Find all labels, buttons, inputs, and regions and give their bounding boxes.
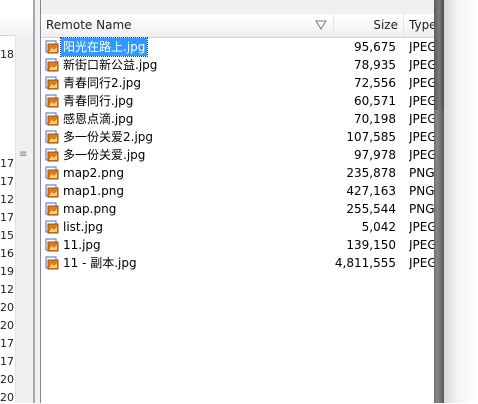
file-size: 72,556 (354, 76, 396, 90)
file-row[interactable]: 新街口新公益.jpg 78,935 JPEG (41, 56, 437, 74)
image-file-icon (45, 238, 59, 252)
file-row[interactable]: list.jpg 5,042 JPEG (41, 218, 437, 236)
local-size-value: 17 (0, 355, 14, 368)
image-file-icon (45, 94, 59, 108)
file-size: 4,811,555 (334, 256, 396, 270)
remote-file-list: 阳光在路上.jpg 95,675 JPEG 新街口新公益.jpg 78,935 JPEG 青… (41, 37, 437, 272)
file-name: 新街口新公益.jpg (63, 58, 158, 72)
file-row[interactable]: 多一份关爱2.jpg 107,585 JPEG (41, 128, 437, 146)
column-remote-name[interactable]: Remote Name (41, 14, 334, 37)
file-name: 阳光在路上.jpg (59, 37, 149, 57)
file-name: 青春同行2.jpg (63, 76, 142, 90)
local-size-value: 12 (0, 283, 14, 296)
file-size: 70,198 (354, 112, 396, 126)
image-file-icon (45, 76, 59, 90)
file-row[interactable]: 感恩点滴.jpg 70,198 JPEG (41, 110, 437, 128)
file-size: 427,163 (346, 184, 396, 198)
window-frame-shadow (434, 0, 444, 110)
file-row[interactable]: map.png 255,544 PNG (41, 200, 435, 218)
local-size-value: 17 (0, 337, 14, 350)
file-name: 11 - 副本.jpg (63, 256, 137, 270)
file-row[interactable]: 多一份关爱.jpg 97,978 JPEG (41, 146, 437, 164)
image-file-icon (45, 130, 59, 144)
local-size-value: 20 (0, 319, 14, 332)
file-name: 11.jpg (63, 238, 101, 252)
file-row[interactable]: 青春同行.jpg 60,571 JPEG (41, 92, 437, 110)
desktop-background (444, 0, 478, 403)
file-size: 5,042 (361, 220, 396, 234)
file-row[interactable]: 11.jpg 139,150 JPEG (41, 236, 437, 254)
file-name: map1.png (63, 184, 124, 198)
image-file-icon (45, 148, 59, 162)
image-file-icon (45, 256, 59, 270)
file-row[interactable]: 青春同行2.jpg 72,556 JPEG (41, 74, 437, 92)
remote-file-pane: Remote Name Size Type 阳光在路上.jpg 95,675 JPE… (40, 0, 437, 403)
local-column-header[interactable] (0, 14, 35, 36)
file-name: list.jpg (63, 220, 104, 234)
image-file-icon (45, 184, 59, 198)
local-size-value: 17 (0, 175, 14, 188)
local-pane-scrollbar[interactable] (15, 35, 33, 403)
local-file-pane: 18 17 17 12 17 15 16 19 12 20 20 17 17 20 20 ≡ (0, 0, 35, 404)
file-row[interactable]: 11 - 副本.jpg 4,811,555 JPEG (41, 254, 437, 272)
file-size: 78,935 (354, 58, 396, 72)
file-size: 255,544 (346, 202, 396, 216)
column-size-label: Size (373, 18, 398, 32)
file-name: 多一份关爱2.jpg (63, 130, 154, 144)
local-size-value: 15 (0, 229, 14, 242)
local-size-value: 17 (0, 211, 14, 224)
file-size: 97,978 (354, 148, 396, 162)
file-size: 95,675 (354, 40, 396, 54)
file-name: 多一份关爱.jpg (63, 148, 146, 162)
file-name: 感恩点滴.jpg (63, 112, 134, 126)
column-size[interactable]: Size (334, 14, 404, 37)
local-size-value: 20 (0, 373, 14, 386)
column-type-label: Type (409, 18, 437, 32)
file-row[interactable]: 阳光在路上.jpg 95,675 JPEG (41, 37, 437, 57)
toolbar-strip (41, 0, 435, 14)
local-size-value: 20 (0, 391, 14, 404)
image-file-icon (45, 220, 59, 234)
file-row[interactable]: map1.png 427,163 PNG (41, 182, 435, 200)
local-size-value: 20 (0, 301, 14, 314)
scrollbar-grip-icon[interactable]: ≡ (19, 150, 27, 160)
image-file-icon (45, 202, 59, 216)
file-size: 60,571 (354, 94, 396, 108)
remote-column-header: Remote Name Size Type (41, 14, 437, 38)
file-name: map.png (63, 202, 117, 216)
file-size: 139,150 (346, 238, 396, 252)
image-file-icon (45, 40, 59, 54)
file-name: 青春同行.jpg (63, 94, 134, 108)
column-remote-name-label: Remote Name (46, 18, 132, 32)
sort-descending-icon[interactable] (315, 19, 327, 31)
local-size-value: 19 (0, 265, 14, 278)
file-name: map2.png (63, 166, 124, 180)
file-size: 235,878 (346, 166, 396, 180)
image-file-icon (45, 112, 59, 126)
file-size: 107,585 (346, 130, 396, 144)
image-file-icon (45, 58, 59, 72)
local-size-value: 17 (0, 157, 14, 170)
local-size-value: 18 (0, 48, 14, 61)
local-size-value: 12 (0, 193, 14, 206)
local-size-value: 16 (0, 247, 14, 260)
file-row[interactable]: map2.png 235,878 PNG (41, 164, 435, 182)
image-file-icon (45, 166, 59, 180)
